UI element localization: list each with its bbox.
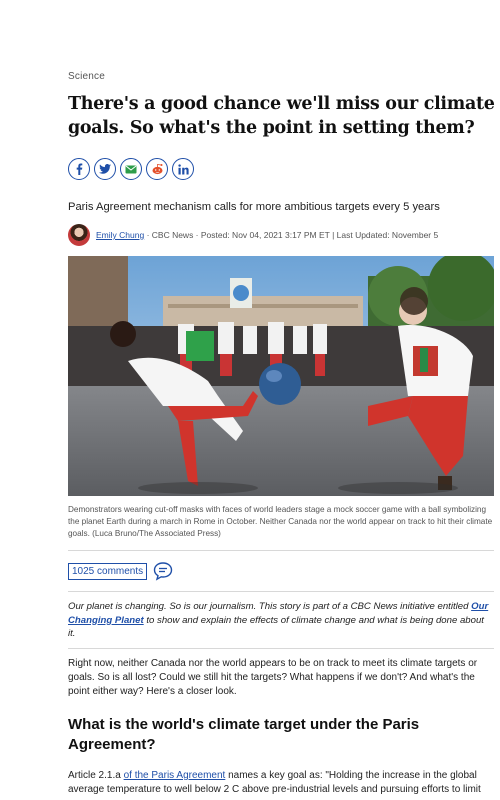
divider [68,591,494,592]
email-share-button[interactable] [120,158,142,180]
author-link[interactable]: Emily Chung [96,230,144,240]
comments-link[interactable]: 1025 comments [68,562,148,580]
section-label[interactable]: Science [68,71,105,82]
initiative-note: Our planet is changing. So is our journa… [68,600,494,641]
reddit-share-button[interactable] [146,158,168,180]
author-avatar [68,224,90,246]
twitter-icon [99,164,111,174]
share-bar [68,158,194,180]
body-paragraph-2: Article 2.1.a of the Paris Agreement nam… [68,769,494,797]
facebook-icon [76,163,83,175]
linkedin-icon [177,163,189,174]
paragraph2-before: Article 2.1.a [68,770,124,781]
photo-caption: Demonstrators wearing cut-off masks with… [68,505,493,538]
reddit-icon [152,164,162,175]
initiative-text-before: Our planet is changing. So is our journa… [68,601,472,612]
comments-bar: 1025 comments [68,561,173,581]
email-icon [125,165,137,173]
divider [68,648,494,649]
subheading: What is the world's climate target under… [68,716,420,753]
lead-photo [68,256,494,496]
lead-photo-image [68,256,494,496]
byline-text: Emily Chung · CBC News · Posted: Nov 04,… [96,230,438,240]
body-paragraph-1: Right now, neither Canada nor the world … [68,658,478,697]
byline-meta: · CBC News · Posted: Nov 04, 2021 3:17 P… [146,230,439,240]
deck: Paris Agreement mechanism calls for more… [68,201,440,213]
paris-agreement-link[interactable]: of the Paris Agreement [124,770,226,781]
twitter-share-button[interactable] [94,158,116,180]
facebook-share-button[interactable] [68,158,90,180]
headline: There's a good chance we'll miss our cli… [68,94,495,138]
divider [68,550,494,551]
linkedin-share-button[interactable] [172,158,194,180]
byline: Emily Chung · CBC News · Posted: Nov 04,… [68,224,438,246]
comment-bubble-icon[interactable] [153,561,173,581]
